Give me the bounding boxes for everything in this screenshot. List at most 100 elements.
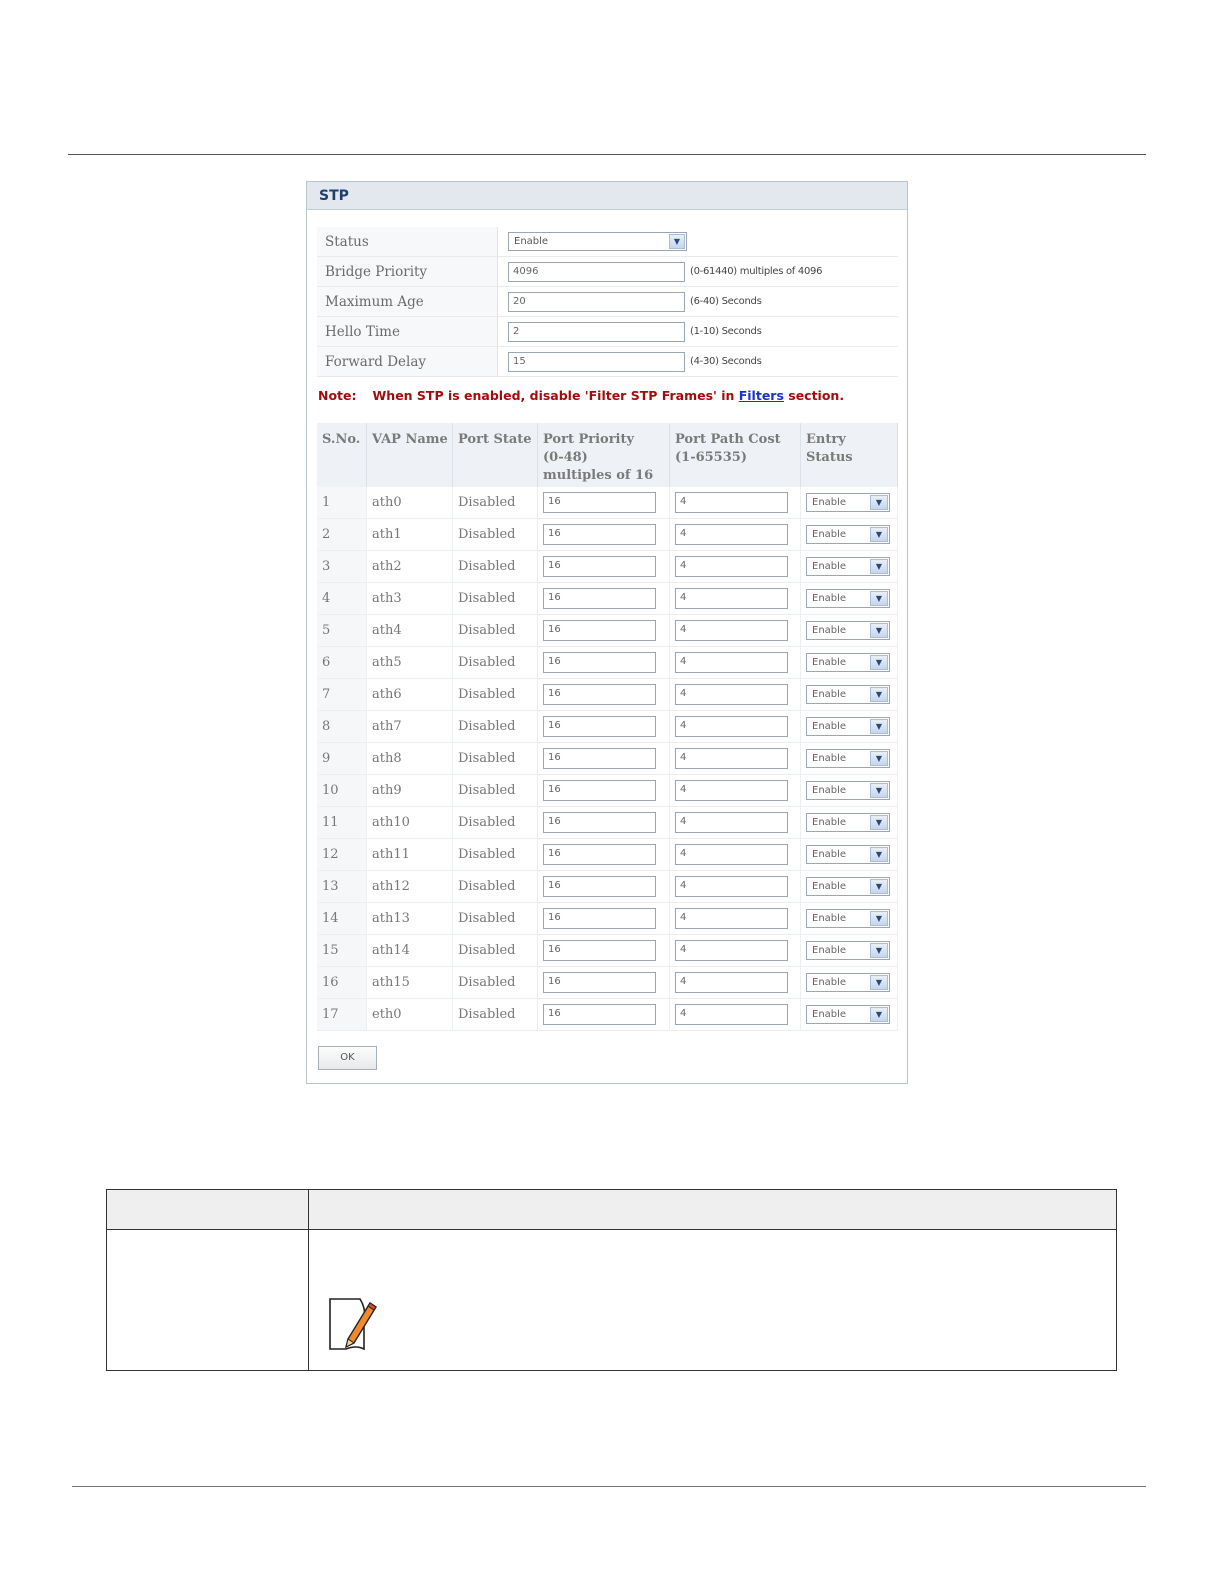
port-path-cost-input[interactable]: 4 (675, 908, 788, 929)
port-path-cost-input[interactable]: 4 (675, 1004, 788, 1025)
entry-status-select[interactable]: Enable ▼ (806, 653, 890, 672)
chevron-down-icon[interactable]: ▼ (870, 911, 888, 926)
port-priority-input[interactable]: 16 (543, 556, 656, 577)
table-row: 8 ath7 Disabled 16 4 Enable ▼ (317, 711, 898, 743)
stp-panel: STP Status Enable ▼ Bridge Priority 4096… (306, 181, 908, 1084)
port-priority-input[interactable]: 16 (543, 524, 656, 545)
row-vap-name: ath10 (367, 807, 453, 839)
port-priority-input[interactable]: 16 (543, 492, 656, 513)
chevron-down-icon[interactable]: ▼ (870, 847, 888, 862)
table-row: 11 ath10 Disabled 16 4 Enable ▼ (317, 807, 898, 839)
port-path-cost-input[interactable]: 4 (675, 716, 788, 737)
chevron-down-icon[interactable]: ▼ (870, 751, 888, 766)
entry-status-select[interactable]: Enable ▼ (806, 589, 890, 608)
chevron-down-icon[interactable]: ▼ (870, 591, 888, 606)
table-row: 17 eth0 Disabled 16 4 Enable ▼ (317, 999, 898, 1031)
row-port-state: Disabled (453, 903, 538, 935)
port-priority-input[interactable]: 16 (543, 684, 656, 705)
entry-status-select[interactable]: Enable ▼ (806, 877, 890, 896)
port-path-cost-input[interactable]: 4 (675, 940, 788, 961)
port-path-cost-input[interactable]: 4 (675, 812, 788, 833)
entry-status-select[interactable]: Enable ▼ (806, 621, 890, 640)
chevron-down-icon[interactable]: ▼ (870, 1007, 888, 1022)
port-priority-input[interactable]: 16 (543, 876, 656, 897)
row-vap-name: eth0 (367, 999, 453, 1031)
port-path-cost-input[interactable]: 4 (675, 620, 788, 641)
port-priority-input[interactable]: 16 (543, 940, 656, 961)
entry-status-value: Enable (812, 945, 847, 956)
entry-status-select[interactable]: Enable ▼ (806, 845, 890, 864)
chevron-down-icon[interactable]: ▼ (870, 559, 888, 574)
port-path-cost-input[interactable]: 4 (675, 876, 788, 897)
port-path-cost-input[interactable]: 4 (675, 972, 788, 993)
port-priority-input[interactable]: 16 (543, 620, 656, 641)
forward-delay-input[interactable]: 15 (508, 351, 685, 372)
chevron-down-icon[interactable]: ▼ (870, 623, 888, 638)
hello-time-row: Hello Time 2 (1-10) Seconds (317, 317, 898, 347)
port-priority-input[interactable]: 16 (543, 844, 656, 865)
table-row: 10 ath9 Disabled 16 4 Enable ▼ (317, 775, 898, 807)
chevron-down-icon[interactable]: ▼ (870, 655, 888, 670)
port-priority-input[interactable]: 16 (543, 908, 656, 929)
port-path-cost-input[interactable]: 4 (675, 588, 788, 609)
port-path-cost-input[interactable]: 4 (675, 556, 788, 577)
entry-status-select[interactable]: Enable ▼ (806, 781, 890, 800)
entry-status-select[interactable]: Enable ▼ (806, 685, 890, 704)
row-vap-name: ath3 (367, 583, 453, 615)
table-row: 5 ath4 Disabled 16 4 Enable ▼ (317, 615, 898, 647)
row-sno: 15 (317, 935, 367, 967)
port-path-cost-input[interactable]: 4 (675, 652, 788, 673)
row-vap-name: ath0 (367, 487, 453, 519)
entry-status-select[interactable]: Enable ▼ (806, 525, 890, 544)
chevron-down-icon[interactable]: ▼ (870, 943, 888, 958)
chevron-down-icon[interactable]: ▼ (870, 879, 888, 894)
chevron-down-icon[interactable]: ▼ (870, 495, 888, 510)
port-path-cost-input[interactable]: 4 (675, 524, 788, 545)
port-priority-input[interactable]: 16 (543, 588, 656, 609)
port-path-cost-input[interactable]: 4 (675, 748, 788, 769)
bridge-priority-input[interactable]: 4096 (508, 261, 685, 282)
port-path-cost-input[interactable]: 4 (675, 684, 788, 705)
row-port-state: Disabled (453, 551, 538, 583)
entry-status-select[interactable]: Enable ▼ (806, 813, 890, 832)
port-priority-input[interactable]: 16 (543, 972, 656, 993)
bridge-priority-row: Bridge Priority 4096 (0-61440) multiples… (317, 257, 898, 287)
port-priority-input[interactable]: 16 (543, 716, 656, 737)
chevron-down-icon[interactable]: ▼ (870, 975, 888, 990)
port-path-cost-input[interactable]: 4 (675, 492, 788, 513)
entry-status-select[interactable]: Enable ▼ (806, 557, 890, 576)
chevron-down-icon[interactable]: ▼ (870, 719, 888, 734)
status-select[interactable]: Enable ▼ (508, 232, 687, 251)
row-port-state: Disabled (453, 871, 538, 903)
entry-status-select[interactable]: Enable ▼ (806, 717, 890, 736)
row-vap-name: ath14 (367, 935, 453, 967)
row-sno: 6 (317, 647, 367, 679)
entry-status-select[interactable]: Enable ▼ (806, 973, 890, 992)
description-table (106, 1189, 1117, 1371)
ok-button[interactable]: OK (318, 1046, 377, 1070)
port-priority-input[interactable]: 16 (543, 780, 656, 801)
entry-status-select[interactable]: Enable ▼ (806, 749, 890, 768)
filters-link[interactable]: Filters (739, 388, 784, 403)
port-priority-input[interactable]: 16 (543, 1004, 656, 1025)
chevron-down-icon[interactable]: ▼ (870, 687, 888, 702)
chevron-down-icon[interactable]: ▼ (870, 815, 888, 830)
entry-status-select[interactable]: Enable ▼ (806, 493, 890, 512)
chevron-down-icon[interactable]: ▼ (870, 527, 888, 542)
max-age-input[interactable]: 20 (508, 291, 685, 312)
entry-status-value: Enable (812, 913, 847, 924)
port-priority-input[interactable]: 16 (543, 652, 656, 673)
chevron-down-icon[interactable]: ▼ (669, 234, 685, 249)
col-port-priority-line3: multiples of 16 (543, 468, 654, 483)
entry-status-select[interactable]: Enable ▼ (806, 1005, 890, 1024)
max-age-row: Maximum Age 20 (6-40) Seconds (317, 287, 898, 317)
port-path-cost-input[interactable]: 4 (675, 844, 788, 865)
chevron-down-icon[interactable]: ▼ (870, 783, 888, 798)
port-priority-input[interactable]: 16 (543, 748, 656, 769)
entry-status-select[interactable]: Enable ▼ (806, 909, 890, 928)
col-vap-name: VAP Name (367, 423, 453, 487)
port-path-cost-input[interactable]: 4 (675, 780, 788, 801)
entry-status-select[interactable]: Enable ▼ (806, 941, 890, 960)
port-priority-input[interactable]: 16 (543, 812, 656, 833)
hello-time-input[interactable]: 2 (508, 321, 685, 342)
